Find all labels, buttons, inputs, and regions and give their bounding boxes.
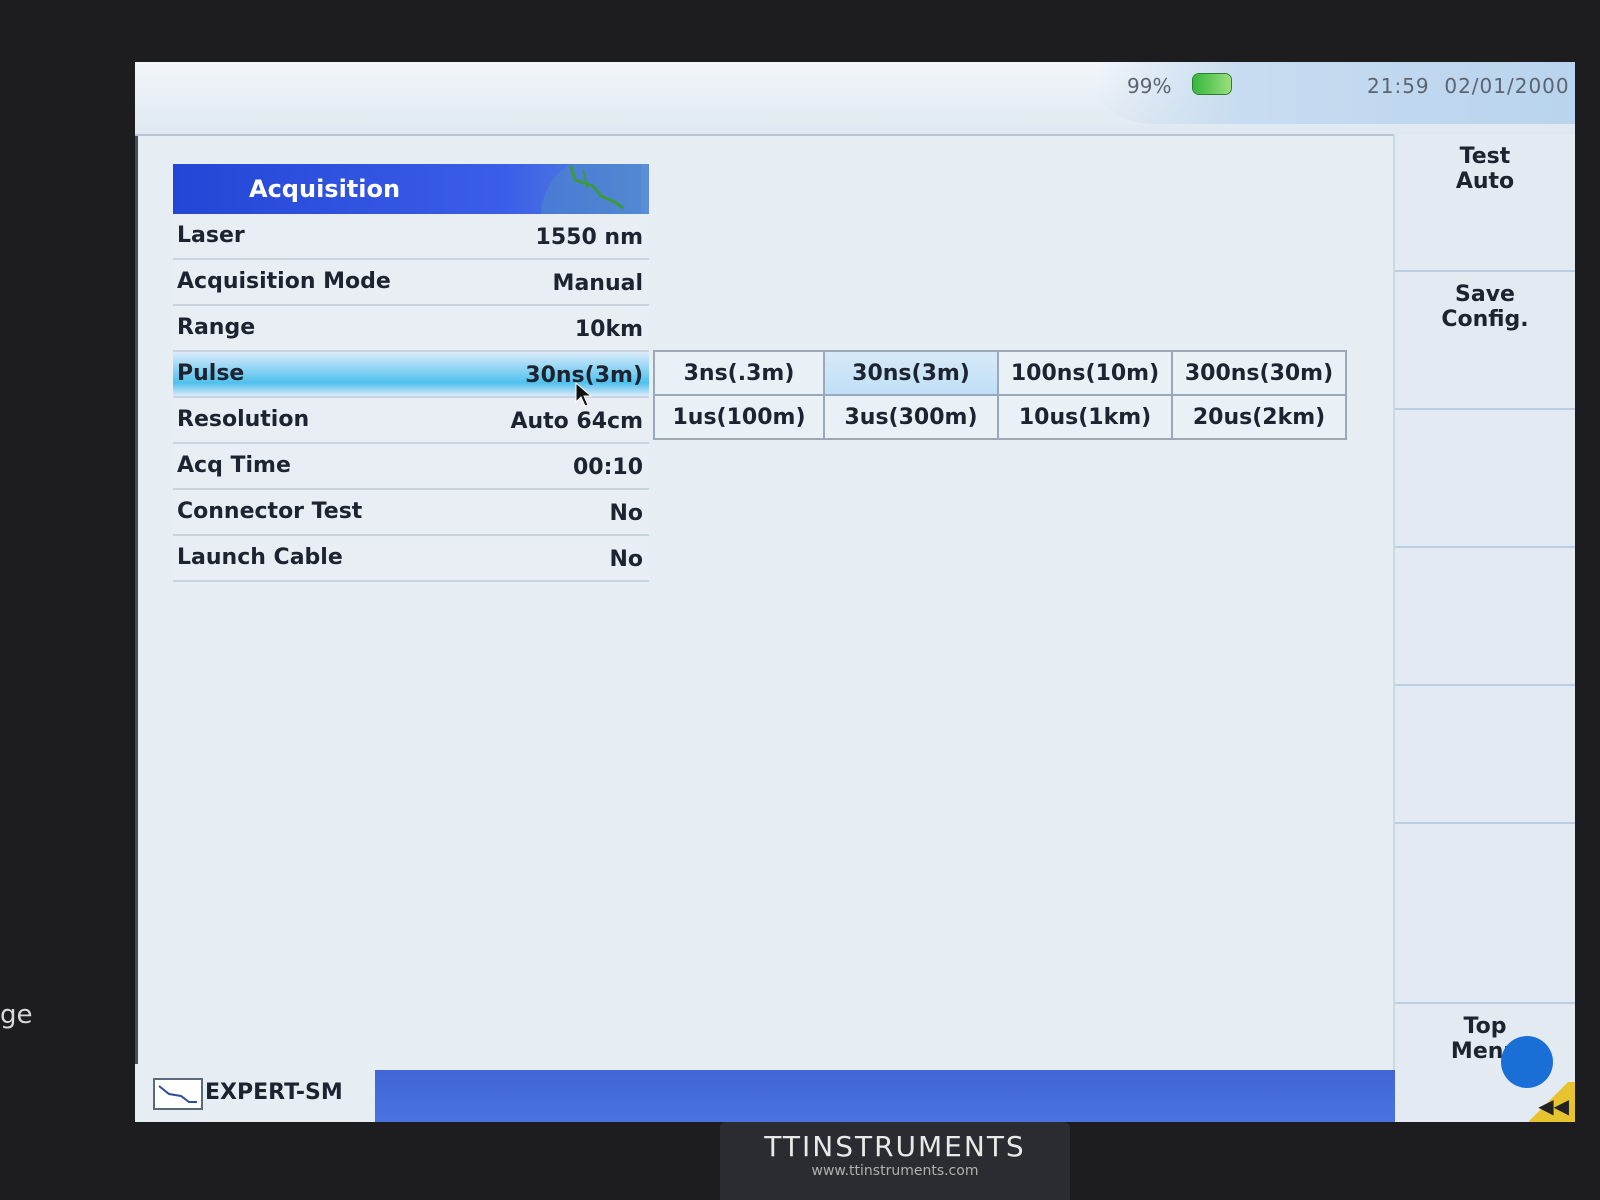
mode-tab[interactable]: EXPERT-SM xyxy=(135,1064,375,1122)
acquisition-panel: Acquisition Laser 1550 nm Acquisition Mo… xyxy=(173,164,649,582)
pulse-option[interactable]: 100ns(10m) xyxy=(998,351,1172,395)
brand-name: TTINSTRUMENTS xyxy=(764,1130,1026,1163)
setting-value: 10km xyxy=(574,317,643,342)
setting-label: Pulse xyxy=(177,361,245,386)
footer-blue-strip xyxy=(375,1070,1395,1122)
empty-softkey-3[interactable] xyxy=(1395,410,1575,548)
back-button[interactable]: ◀◀ xyxy=(1529,1082,1575,1122)
pulse-option[interactable]: 20us(2km) xyxy=(1172,395,1346,439)
clock-date: 02/01/2000 xyxy=(1444,74,1570,98)
setting-acq-time[interactable]: Acq Time 00:10 xyxy=(173,444,649,490)
mouse-cursor-icon xyxy=(575,382,593,407)
setting-value: Auto 64cm xyxy=(510,409,643,434)
otdr-mode-icon xyxy=(153,1078,203,1110)
rewind-icon: ◀◀ xyxy=(1538,1094,1569,1118)
setting-value: 00:10 xyxy=(572,455,643,480)
pulse-option[interactable]: 3ns(.3m) xyxy=(654,351,824,395)
setting-value: 1550 nm xyxy=(535,225,643,250)
softkey-sidebar: Test Auto Save Config. Top Menu ◀◀ xyxy=(1393,134,1575,1122)
battery-level: 99% xyxy=(1127,74,1172,98)
pulse-option[interactable]: 1us(100m) xyxy=(654,395,824,439)
setting-acquisition-mode[interactable]: Acquisition Mode Manual xyxy=(173,260,649,306)
acquisition-title: Acquisition xyxy=(249,175,401,203)
touch-indicator-icon xyxy=(1501,1036,1553,1088)
setting-laser[interactable]: Laser 1550 nm xyxy=(173,214,649,260)
setting-label: Laser xyxy=(177,223,245,248)
setting-connector-test[interactable]: Connector Test No xyxy=(173,490,649,536)
mode-label: EXPERT-SM xyxy=(205,1080,343,1105)
setting-value: No xyxy=(609,547,643,572)
otdr-trace-icon xyxy=(541,164,641,214)
bezel-side-text: ge xyxy=(0,1000,33,1030)
clock: 21:59 02/01/2000 xyxy=(1367,74,1570,98)
pulse-option-selected[interactable]: 30ns(3m) xyxy=(824,351,998,395)
brand-plate: TTINSTRUMENTS www.ttinstruments.com xyxy=(720,1122,1070,1200)
setting-range[interactable]: Range 10km xyxy=(173,306,649,352)
pulse-option[interactable]: 3us(300m) xyxy=(824,395,998,439)
battery-icon xyxy=(1193,74,1231,94)
footer-bar: EXPERT-SM xyxy=(135,1064,1395,1122)
setting-label: Connector Test xyxy=(177,499,363,524)
pulse-options-grid: 3ns(.3m) 30ns(3m) 100ns(10m) 300ns(30m) … xyxy=(653,350,1347,440)
setting-label: Acquisition Mode xyxy=(177,269,391,294)
setting-label: Acq Time xyxy=(177,453,291,478)
clock-time: 21:59 xyxy=(1367,74,1430,98)
setting-launch-cable[interactable]: Launch Cable No xyxy=(173,536,649,582)
pulse-option[interactable]: 300ns(30m) xyxy=(1172,351,1346,395)
acquisition-header: Acquisition xyxy=(173,164,649,214)
empty-softkey-4[interactable] xyxy=(1395,548,1575,686)
setting-value: No xyxy=(609,501,643,526)
device-screen: 99% 21:59 02/01/2000 Acquisition Laser 1… xyxy=(135,62,1575,1122)
setting-value: Manual xyxy=(552,271,643,296)
status-bar: 99% 21:59 02/01/2000 xyxy=(135,62,1575,136)
test-auto-button[interactable]: Test Auto xyxy=(1395,134,1575,272)
pulse-option[interactable]: 10us(1km) xyxy=(998,395,1172,439)
setting-label: Resolution xyxy=(177,407,310,432)
empty-softkey-5[interactable] xyxy=(1395,686,1575,824)
brand-url: www.ttinstruments.com xyxy=(811,1163,979,1179)
save-config-button[interactable]: Save Config. xyxy=(1395,272,1575,410)
setting-label: Launch Cable xyxy=(177,545,343,570)
setting-label: Range xyxy=(177,315,256,340)
